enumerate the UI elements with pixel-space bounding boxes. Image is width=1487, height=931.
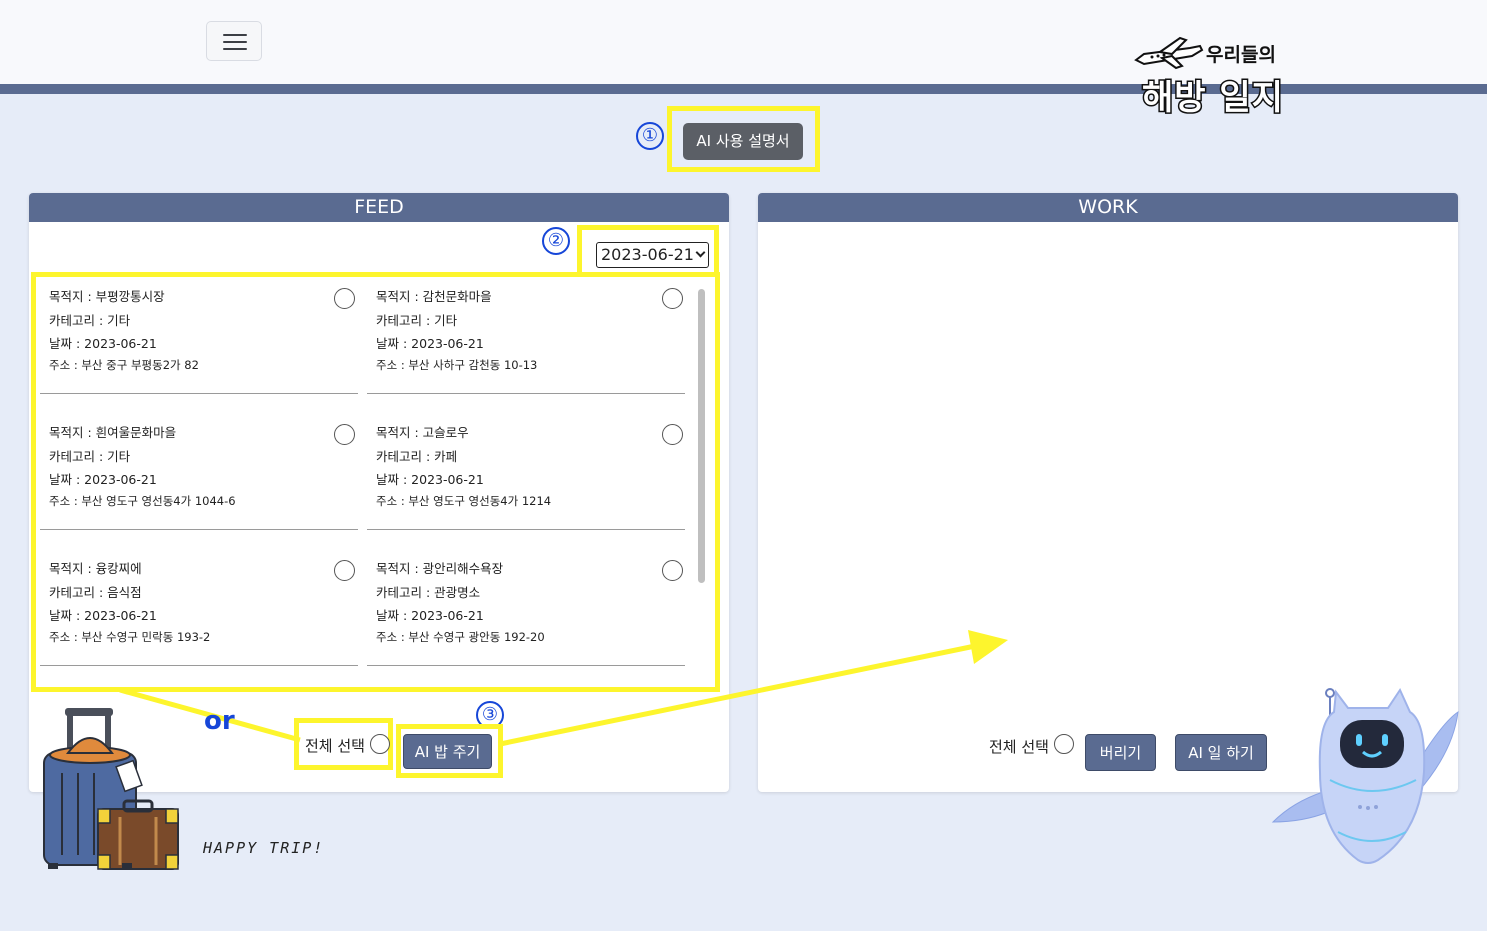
arrow-head-icon	[968, 630, 1008, 664]
or-annotation: or	[204, 706, 235, 736]
ai-work-button[interactable]: AI 일 하기	[1175, 734, 1267, 771]
arrow-to-work	[499, 642, 981, 747]
happy-trip-text: HAPPY TRIP!	[203, 839, 325, 857]
annotation-arrows	[119, 630, 1008, 747]
work-select-all-label: 전체 선택	[989, 738, 1049, 756]
ai-feed-button[interactable]: AI 밥 주기	[403, 734, 492, 769]
discard-button[interactable]: 버리기	[1085, 734, 1156, 771]
work-select-all-radio[interactable]	[1054, 734, 1074, 754]
feed-select-all-radio[interactable]	[370, 734, 390, 754]
feed-select-all-label: 전체 선택	[305, 737, 365, 755]
luggage-illustration	[43, 708, 179, 870]
robot-mascot-illustration	[1271, 687, 1459, 864]
